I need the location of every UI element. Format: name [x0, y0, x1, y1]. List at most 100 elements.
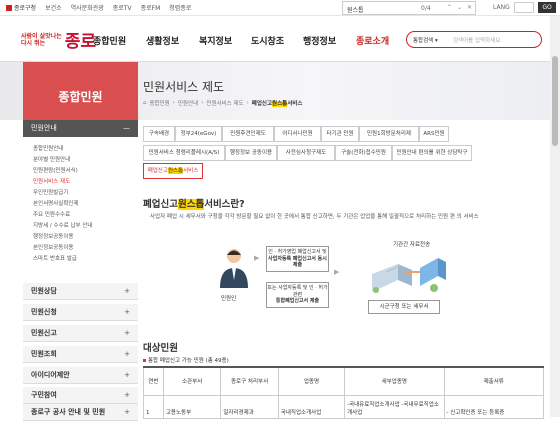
tab-pre-review[interactable]: 사전심사청구제도 — [277, 145, 335, 161]
process-diagram: 민원인 ▶ 인 · 허가영업 폐업신고서 및 사업자등록 폐업신고서 동시 제출 … — [208, 238, 472, 320]
search-bar[interactable]: 통합검색 ▾ 검색어를 입력하세요. — [406, 31, 542, 48]
section-heading: 폐업신고원스톱서비스란? — [143, 199, 245, 210]
utility-link-integrity[interactable]: 청렴종로 — [169, 3, 191, 12]
minus-icon: — — [123, 124, 130, 132]
find-query[interactable]: 원스톱 — [347, 5, 364, 14]
sidebar-item-participation[interactable]: 구민참여 + — [23, 387, 138, 404]
tab-phone-intake[interactable]: 구술(전화)접수민원 — [335, 145, 392, 161]
sidebar-item-idea[interactable]: 아이디어제안 + — [23, 367, 138, 384]
section-description: 사업자 폐업 시 세무서와 구청을 각각 방문할 필요 없이 한 곳에서 통합 … — [150, 214, 479, 220]
utility-link-fm[interactable]: 종로FM — [141, 3, 161, 12]
sidebar-sub-item[interactable]: 무인민원발급기 — [33, 188, 68, 196]
nav-about[interactable]: 종로소개 — [356, 34, 389, 47]
breadcrumb: ⌂ 종합민원 › 민원안내 › 민원서비스 제도 › 폐업신고원스톱서비스 — [143, 99, 303, 107]
tab-integrity-as[interactable]: 민원서비스 청렴리플레시(A/S) — [143, 145, 225, 161]
chevron-down-icon[interactable]: ⌄ — [457, 4, 462, 11]
search-scope-select[interactable]: 통합검색 ▾ — [413, 36, 438, 44]
chevron-up-icon[interactable]: ⌃ — [447, 4, 452, 11]
transfer-label: 기관간 자료전송 — [393, 242, 431, 248]
sidebar-sub-item[interactable]: 지방세 / 수수료 납부 안내 — [33, 221, 92, 229]
process-box-separate: 인 · 허가영업 폐업신고서 및 사업자등록 폐업신고서 동시 제출 — [266, 246, 329, 272]
office-label: 시군구청 또는 세무서 — [368, 300, 440, 314]
tab-info-sharing[interactable]: 행정정보 공동이용 — [225, 145, 277, 161]
nav-welfare[interactable]: 복지정보 — [199, 34, 232, 47]
plus-icon: + — [124, 308, 130, 316]
sidebar-sub-item[interactable]: 종합민원안내 — [33, 144, 63, 152]
tab-gov24[interactable]: 정부24(eGov) — [175, 126, 222, 142]
sidebar-sub-item[interactable]: 분야별 민원안내 — [33, 155, 70, 163]
site-logo[interactable]: 사람이 살맛나는 다시 뛰는 종로 — [21, 27, 96, 52]
search-input[interactable]: 검색어를 입력하세요. — [453, 36, 502, 44]
nav-life[interactable]: 생활정보 — [146, 34, 179, 47]
sidebar-item-consult[interactable]: 민원상담 + — [23, 283, 138, 300]
utility-link-tourism[interactable]: 역사문화관광 — [71, 3, 104, 12]
go-button[interactable]: GO — [538, 2, 556, 13]
sidebar-sub-item[interactable]: 본인정보공동이용 — [33, 243, 73, 251]
sidebar-item-guide[interactable]: 민원안내 — — [23, 120, 138, 137]
nav-admin[interactable]: 행정정보 — [303, 34, 336, 47]
building-icon — [372, 258, 446, 293]
home-icon — [6, 4, 12, 11]
scrollbar-thumb[interactable] — [552, 56, 558, 146]
sidebar-item-apply[interactable]: 민원신청 + — [23, 304, 138, 321]
close-icon[interactable]: ✕ — [467, 4, 472, 11]
breadcrumb-item[interactable]: 민원서비스 제도 — [206, 99, 243, 107]
plus-icon: + — [124, 408, 130, 416]
breadcrumb-current: 폐업신고원스톱서비스 — [251, 101, 303, 107]
breadcrumb-item[interactable]: 종합민원 — [150, 99, 170, 107]
table-header: 세부업종명 — [344, 366, 445, 396]
table-header: 업종명 — [277, 366, 346, 396]
plus-icon: + — [124, 350, 130, 358]
sidebar-item-construction[interactable]: 종로구 공사 안내 및 민원 + — [23, 404, 138, 421]
table-row: 1 고용노동부 일자리경제과 국내직업소개사업 -국내유료직업소개사업 -국내무… — [143, 394, 545, 419]
lang-select[interactable] — [514, 2, 534, 13]
person-icon — [220, 249, 248, 288]
tab-consult-desk[interactable]: 민원안내 편의를 위한 상담탁구 — [392, 145, 472, 161]
tab-background[interactable]: 구속배경 — [143, 126, 175, 142]
utility-link-health[interactable]: 보건소 — [45, 3, 62, 12]
utility-link-tv[interactable]: 종로TV — [113, 3, 132, 12]
utility-links: 종로구청 보건소 역사문화관광 종로TV 종로FM 청렴종로 — [6, 3, 191, 12]
tab-closure-onestop[interactable]: 폐업신고원스톱서비스 — [143, 163, 203, 179]
sidebar-sub-item[interactable]: 민원편람(민원서식) — [33, 166, 78, 174]
plus-icon: + — [124, 371, 130, 379]
sidebar-sub-item-active[interactable]: 민원서비스 제도 — [33, 177, 70, 185]
process-box-integrated: 또는 사업자등록 및 인 · 허가관련 통합폐업신고서 제출 — [266, 282, 329, 308]
sidebar-sub-item[interactable]: 주요 민원수수료 — [33, 210, 70, 218]
target-subheading: 통합 폐업신고 가능 민원 (총 49종) — [143, 356, 229, 364]
arrow-right-icon: ▶ — [254, 254, 260, 262]
target-heading: 대상민원 — [143, 343, 178, 354]
sidebar-sub-item[interactable]: 본인서명사실확인제 — [33, 199, 79, 207]
plus-icon: + — [124, 329, 130, 337]
sidebar-item-inquiry[interactable]: 민원조회 + — [23, 346, 138, 363]
table-header: 종로구 처리부서 — [220, 366, 279, 396]
breadcrumb-item[interactable]: 민원안내 — [178, 99, 198, 107]
nav-urban[interactable]: 도시창조 — [251, 34, 284, 47]
home-icon[interactable]: ⌂ — [143, 100, 147, 106]
tab-other-agency[interactable]: 타기관 민원 — [321, 126, 359, 142]
utility-link-home[interactable]: 종로구청 — [6, 3, 36, 12]
find-count: 0/4 — [421, 5, 431, 12]
tab-one-visit[interactable]: 민원1회방문처리제 — [359, 126, 419, 142]
nav-civil[interactable]: 종합민원 — [93, 34, 126, 47]
utility-bar: 종로구청 보건소 역사문화관광 종로TV 종로FM 청렴종로 원스톱 0/4 ⌃… — [0, 0, 560, 16]
scrollbar[interactable] — [550, 16, 560, 417]
person-label: 민원인 — [221, 296, 237, 302]
sidebar: 민원안내 — 종합민원안내 분야별 민원안내 민원편람(민원서식) 민원서비스 제… — [23, 120, 138, 421]
arrow-right-icon: ▶ — [334, 268, 340, 276]
table-header: 연번 — [143, 366, 164, 396]
lang-label[interactable]: LANG — [493, 4, 510, 11]
table-header: 소관부서 — [162, 366, 222, 396]
sidebar-sub-item[interactable]: 행정정보공동이용 — [33, 232, 73, 240]
tab-guardian[interactable]: 민원후견인제도 — [222, 126, 274, 142]
sidebar-sub-item[interactable]: 스마트 번호표 발급 — [33, 254, 77, 262]
page-title: 민원서비스 제도 — [143, 80, 225, 94]
plus-icon: + — [124, 287, 130, 295]
sidebar-item-report[interactable]: 민원신고 + — [23, 325, 138, 342]
plus-icon: + — [124, 391, 130, 399]
tab-ars[interactable]: ARS민원 — [419, 126, 449, 142]
site-header: 사람이 살맛나는 다시 뛰는 종로 종합민원 생활정보 복지정보 도시창조 행정정… — [0, 16, 560, 62]
target-table: 연번 소관부서 종로구 처리부서 업종명 세부업종명 제출서류 1 고용노동부 … — [143, 366, 545, 419]
find-bar[interactable]: 원스톱 0/4 ⌃ ⌄ ✕ — [342, 1, 476, 15]
tab-anywhere[interactable]: 어디서나민원 — [274, 126, 321, 142]
